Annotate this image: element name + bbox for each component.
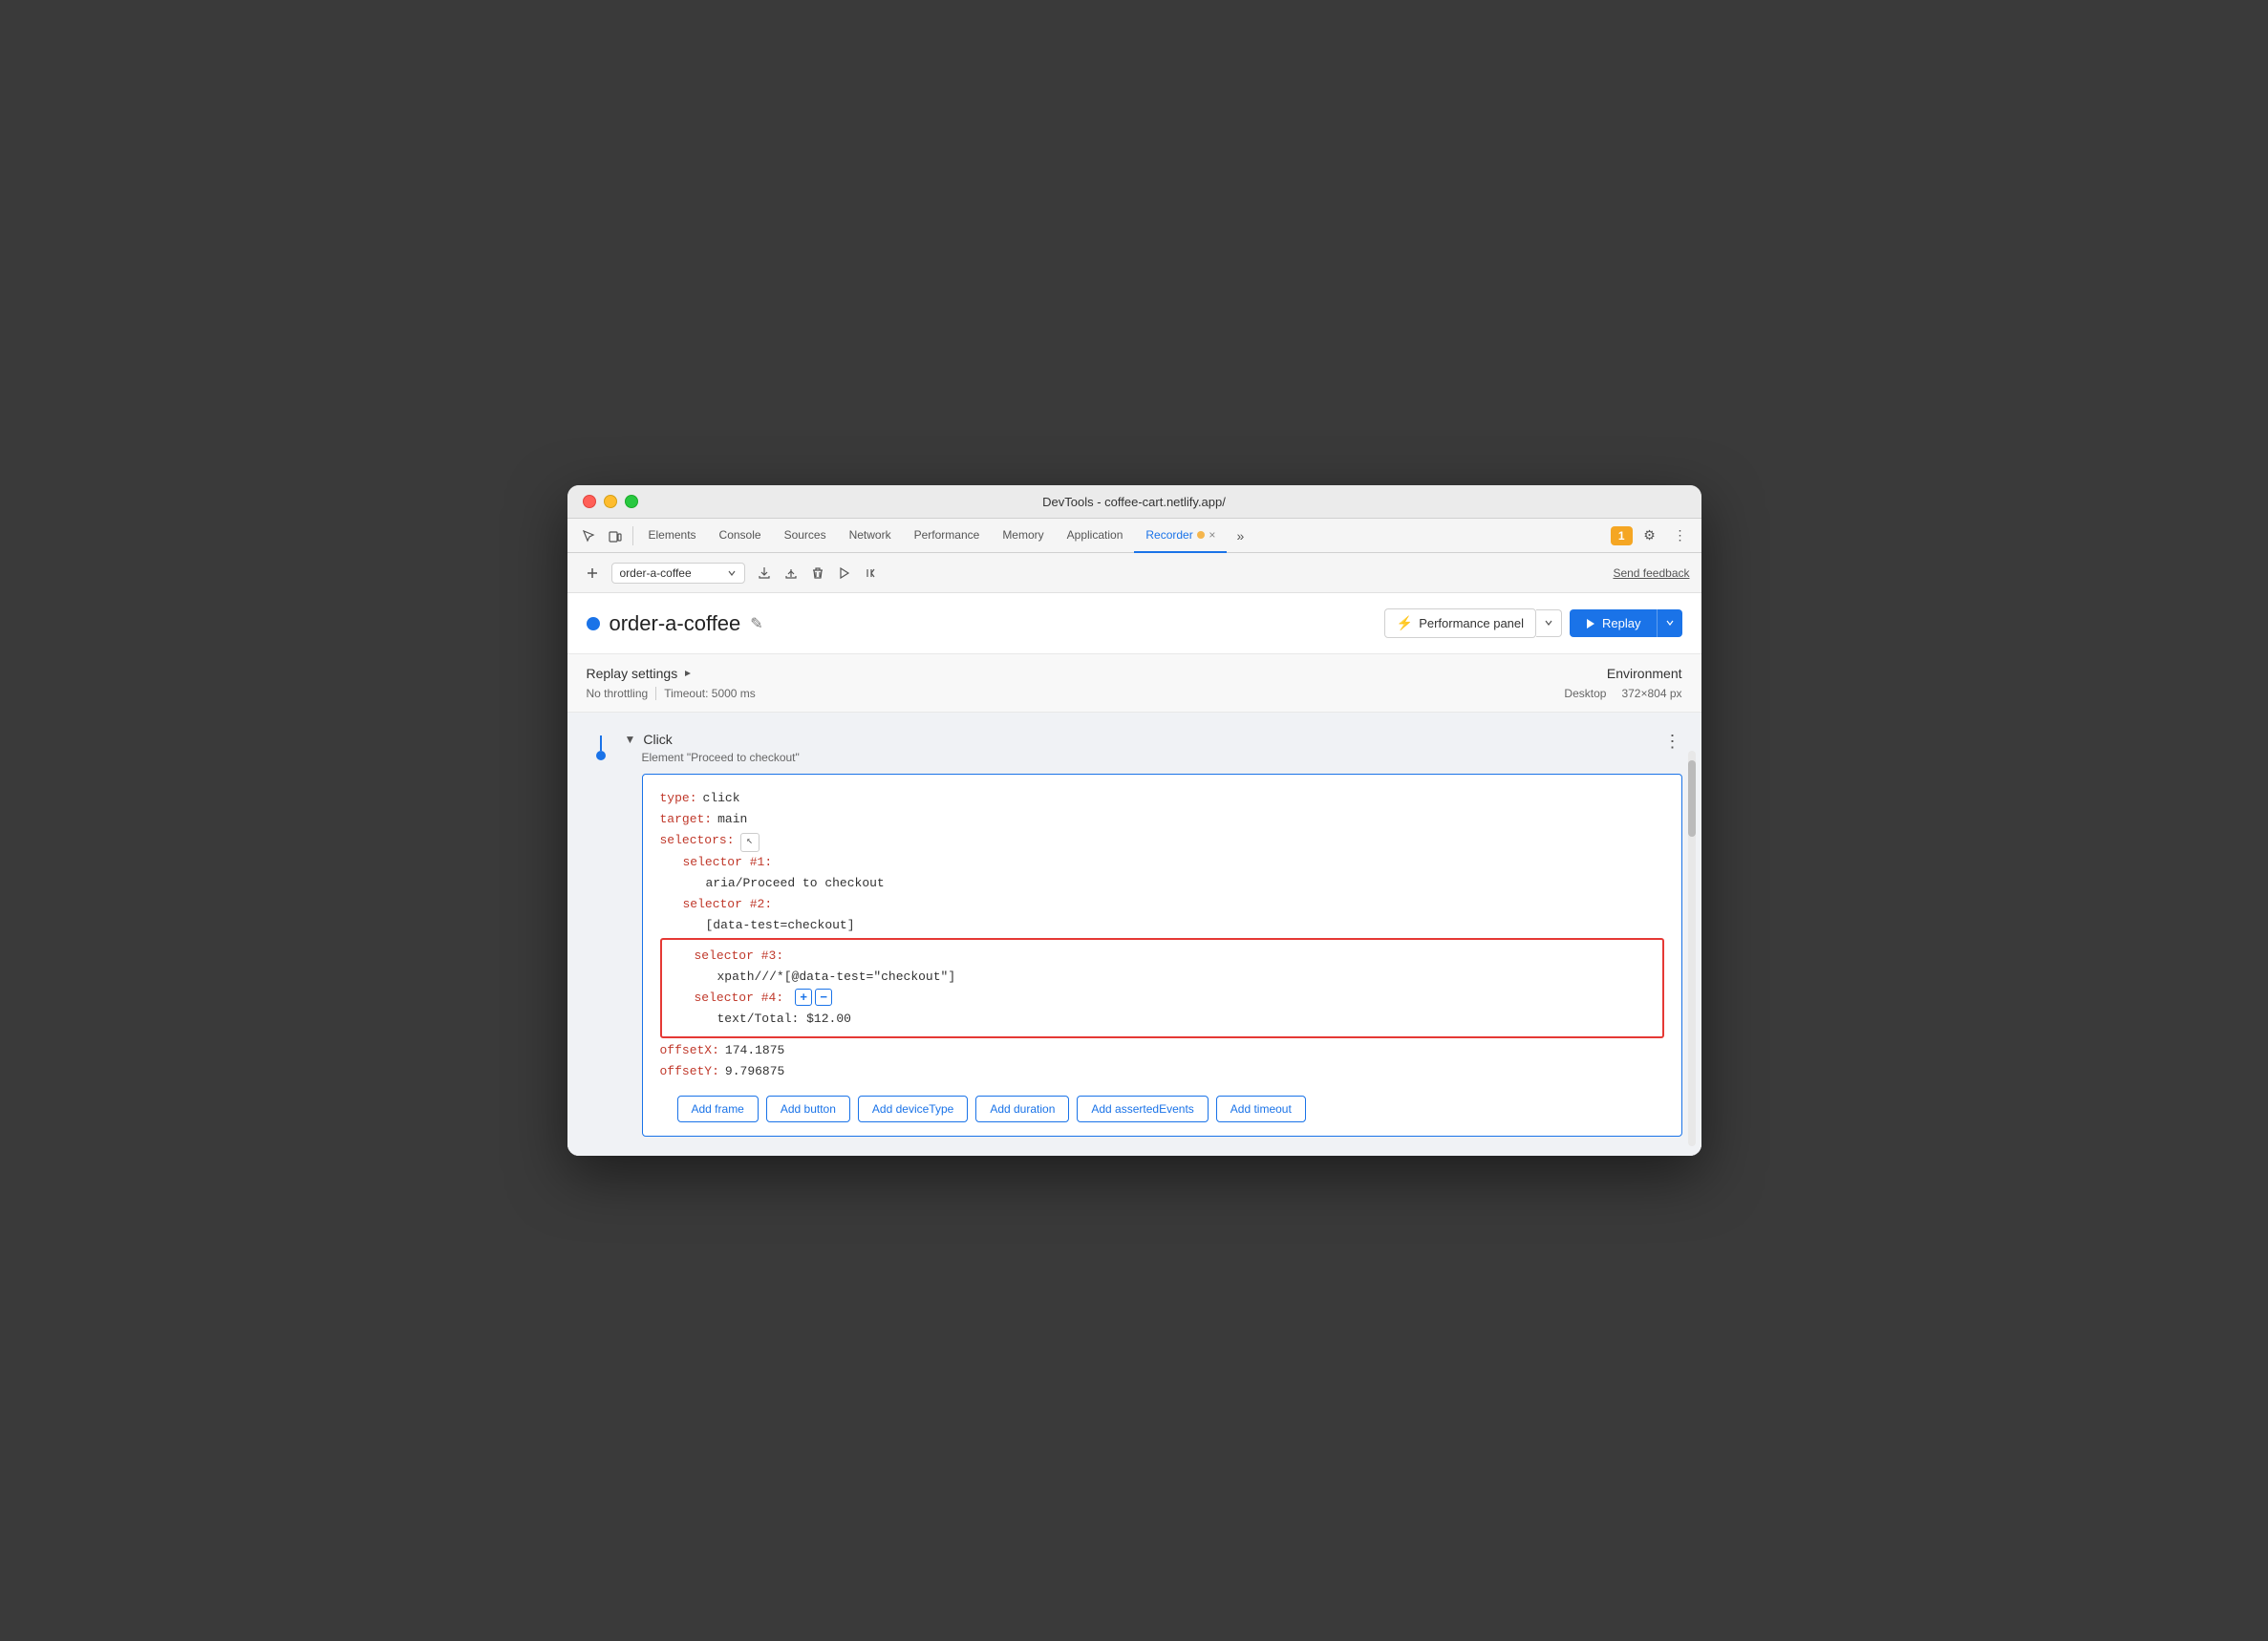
code-line-sel3: selector #3: — [672, 946, 1653, 967]
perf-icon: ⚡ — [1397, 615, 1413, 631]
recording-name: order-a-coffee — [610, 611, 741, 636]
scroll-thumb[interactable] — [1688, 760, 1696, 837]
main-content: order-a-coffee ✎ ⚡ Performance panel — [567, 593, 1701, 1155]
code-line-sel4-val: text/Total: $12.00 — [672, 1009, 1653, 1030]
tab-console[interactable]: Console — [708, 519, 773, 553]
scroll-track[interactable] — [1688, 751, 1696, 1145]
device-toolbar-button[interactable] — [602, 522, 629, 549]
selector-action-buttons: + − — [795, 989, 832, 1006]
step-header: ▼ Click — [625, 732, 1682, 747]
code-line-sel2-val: [data-test=checkout] — [660, 915, 1664, 936]
tab-network[interactable]: Network — [838, 519, 903, 553]
step-more-options-button[interactable]: ⋮ — [1664, 732, 1682, 752]
replay-dropdown-button[interactable] — [1657, 609, 1682, 637]
inspect-element-button[interactable] — [575, 522, 602, 549]
window-title: DevTools - coffee-cart.netlify.app/ — [1042, 495, 1226, 509]
step-content: ▼ Click Element "Proceed to checkout" ty… — [625, 732, 1682, 1136]
code-line-type: type: click — [660, 788, 1664, 809]
new-recording-button[interactable] — [579, 560, 606, 586]
export-button[interactable] — [751, 560, 778, 586]
title-bar: DevTools - coffee-cart.netlify.app/ — [567, 485, 1701, 519]
devtools-right-controls: 1 ⚙ ⋮ — [1611, 522, 1694, 549]
replay-settings-section: Replay settings No throttling Timeout: 5… — [587, 666, 756, 700]
step-connector — [587, 732, 615, 760]
settings-area: Replay settings No throttling Timeout: 5… — [567, 654, 1701, 713]
steps-container: ▼ Click Element "Proceed to checkout" ty… — [567, 713, 1701, 1155]
step-row: ▼ Click Element "Proceed to checkout" ty… — [567, 732, 1701, 1136]
devtools-window: DevTools - coffee-cart.netlify.app/ Elem… — [567, 485, 1701, 1155]
send-feedback-link[interactable]: Send feedback — [1613, 566, 1689, 580]
notifications-badge[interactable]: 1 — [1611, 526, 1633, 545]
add-frame-button[interactable]: Add frame — [677, 1096, 759, 1122]
recording-title: order-a-coffee ✎ — [587, 611, 763, 636]
more-tabs-button[interactable]: » — [1227, 522, 1253, 549]
recording-selector[interactable]: order-a-coffee — [611, 563, 745, 584]
add-buttons-bar: Add frame Add button Add deviceType Add … — [677, 1096, 1664, 1122]
performance-panel-button[interactable]: ⚡ Performance panel — [1384, 608, 1536, 638]
replay-settings-toggle[interactable]: Replay settings — [587, 666, 756, 681]
recording-indicator — [587, 617, 600, 630]
selector-type-icon: ↖ — [740, 833, 760, 852]
tab-performance[interactable]: Performance — [903, 519, 992, 553]
tab-memory[interactable]: Memory — [991, 519, 1055, 553]
add-assertedevents-button[interactable]: Add assertedEvents — [1077, 1096, 1208, 1122]
tab-application[interactable]: Application — [1056, 519, 1135, 553]
environment-meta: Desktop 372×804 px — [1564, 687, 1681, 700]
code-line-sel1-val: aria/Proceed to checkout — [660, 873, 1664, 894]
add-devicetype-button[interactable]: Add deviceType — [858, 1096, 968, 1122]
close-button[interactable] — [583, 495, 596, 508]
replay-button[interactable]: Replay — [1570, 609, 1656, 637]
tab-elements[interactable]: Elements — [637, 519, 708, 553]
tab-sources[interactable]: Sources — [773, 519, 838, 553]
selector-add-button[interactable]: + — [795, 989, 812, 1006]
step-code-block: type: click target: main selectors: ↖ — [642, 774, 1682, 1136]
code-line-sel2: selector #2: — [660, 894, 1664, 915]
code-line-sel1: selector #1: — [660, 852, 1664, 873]
header-buttons: ⚡ Performance panel Replay — [1384, 608, 1682, 638]
code-line-offsety: offsetY: 9.796875 — [660, 1061, 1664, 1082]
settings-icon[interactable]: ⚙ — [1637, 522, 1663, 549]
code-line-selectors: selectors: ↖ — [660, 830, 1664, 851]
devtools-tabs-bar: Elements Console Sources Network Perform… — [567, 519, 1701, 553]
minimize-button[interactable] — [604, 495, 617, 508]
code-line-target: target: main — [660, 809, 1664, 830]
delete-recording-button[interactable] — [804, 560, 831, 586]
add-button-button[interactable]: Add button — [766, 1096, 850, 1122]
code-line-sel3-val: xpath///*[@data-test="checkout"] — [672, 967, 1653, 988]
code-line-sel4: selector #4: + − — [672, 988, 1653, 1009]
import-button[interactable] — [778, 560, 804, 586]
recorder-toolbar: order-a-coffee Send feedback — [567, 553, 1701, 593]
add-timeout-button[interactable]: Add timeout — [1216, 1096, 1306, 1122]
replay-button-group: Replay — [1570, 609, 1681, 637]
step-expand-icon[interactable]: ▼ — [625, 733, 636, 746]
environment-section: Environment Desktop 372×804 px — [1564, 666, 1681, 700]
tab-recorder[interactable]: Recorder × — [1134, 519, 1227, 553]
perf-panel-dropdown-button[interactable] — [1536, 609, 1562, 637]
highlighted-selectors: selector #3: xpath///*[@data-test="check… — [660, 938, 1664, 1037]
edit-name-icon[interactable]: ✎ — [750, 614, 762, 633]
recording-header: order-a-coffee ✎ ⚡ Performance panel — [567, 593, 1701, 654]
step-recording-button[interactable] — [858, 560, 885, 586]
more-options-icon[interactable]: ⋮ — [1667, 522, 1694, 549]
play-recording-button[interactable] — [831, 560, 858, 586]
recorder-close-icon[interactable]: × — [1209, 528, 1215, 542]
add-duration-button[interactable]: Add duration — [975, 1096, 1069, 1122]
settings-meta: No throttling Timeout: 5000 ms — [587, 687, 756, 700]
selector-remove-button[interactable]: − — [815, 989, 832, 1006]
traffic-lights — [583, 495, 638, 508]
perf-panel-button-group: ⚡ Performance panel — [1384, 608, 1562, 638]
maximize-button[interactable] — [625, 495, 638, 508]
code-line-offsetx: offsetX: 174.1875 — [660, 1040, 1664, 1061]
